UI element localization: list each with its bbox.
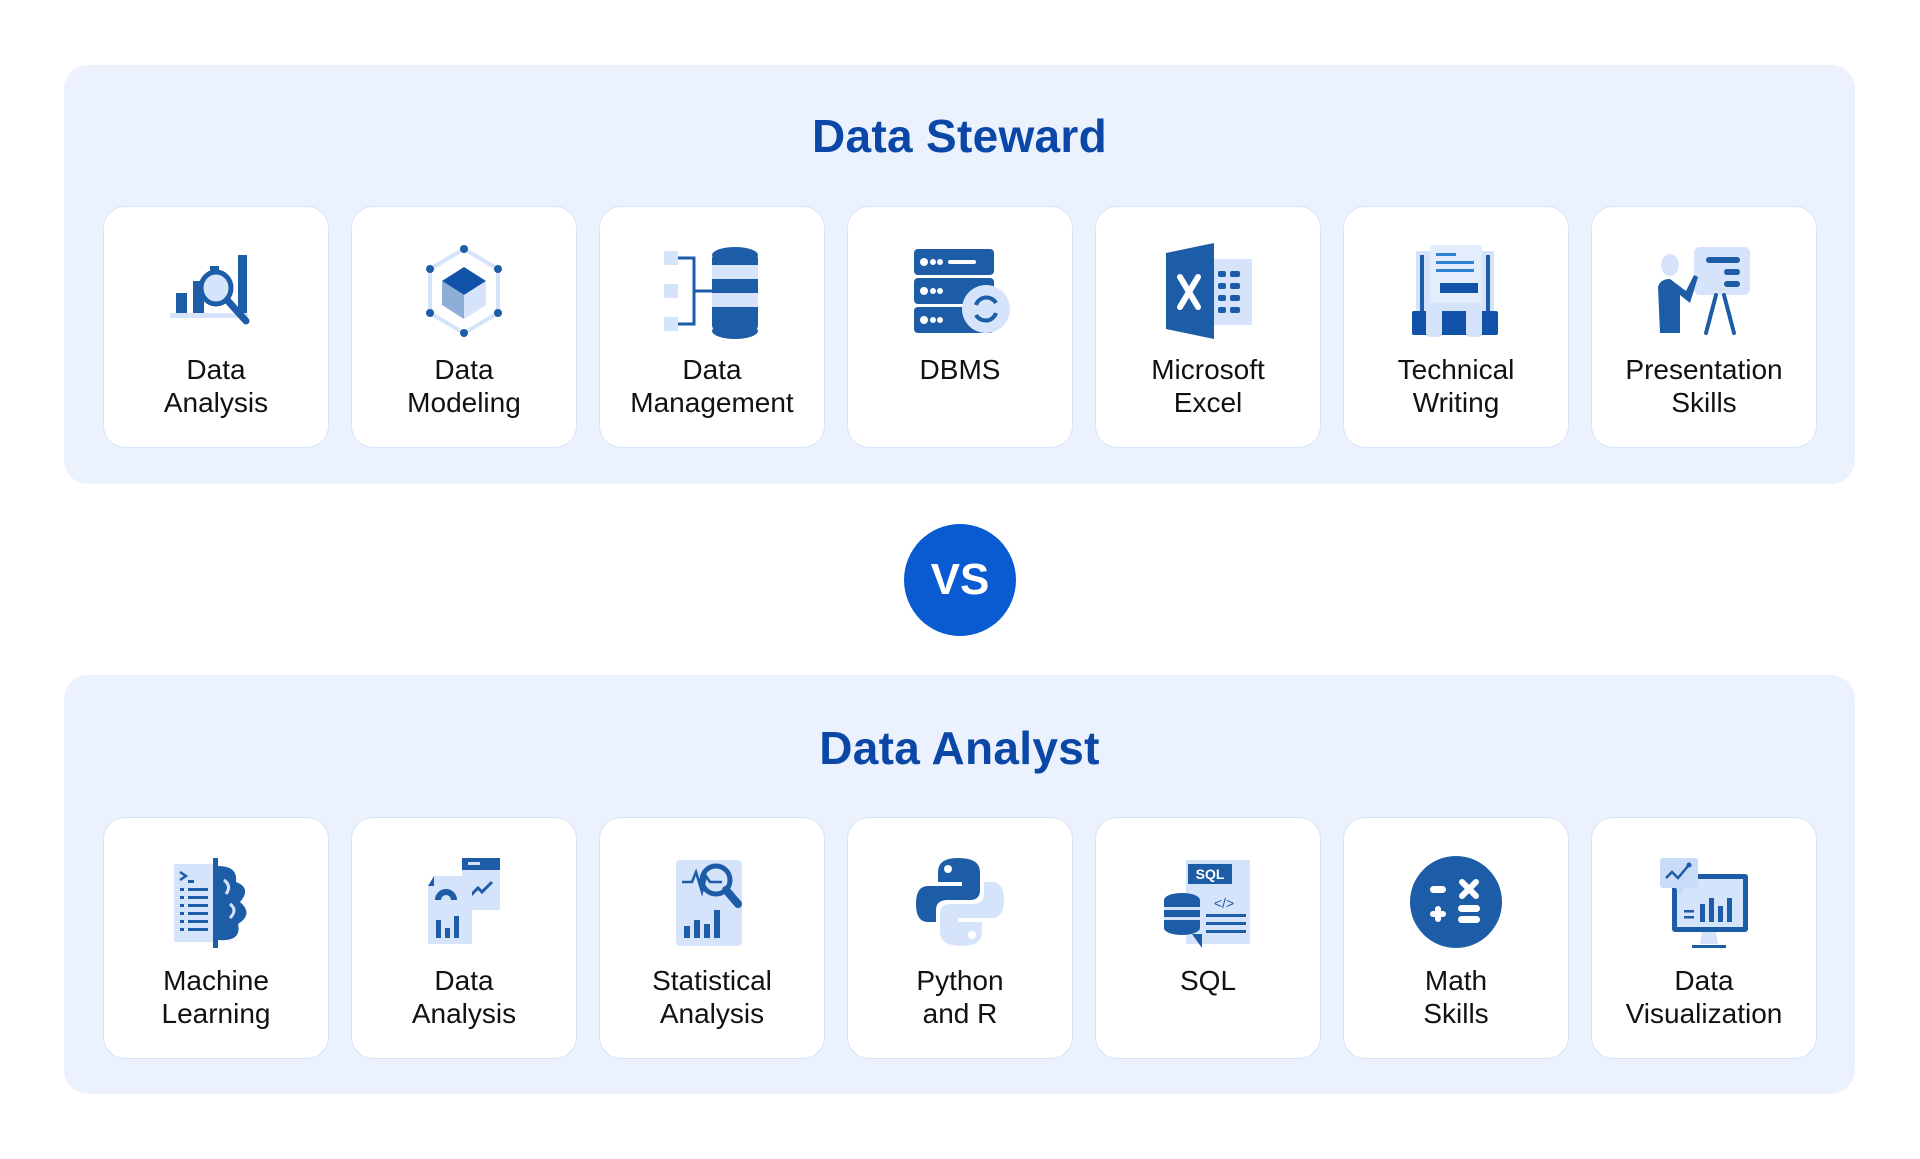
vs-badge: VS bbox=[904, 524, 1016, 636]
skill-card: Microsoft Excel bbox=[1095, 206, 1321, 448]
presentation-icon bbox=[1654, 241, 1754, 341]
python-icon bbox=[910, 852, 1010, 952]
skill-label: Microsoft Excel bbox=[1151, 354, 1265, 418]
data-analyst-title: Data Analyst bbox=[819, 722, 1100, 774]
data-analyst-skills: Machine Learning Data Analysis Statistic… bbox=[103, 817, 1817, 1059]
data-visualization-icon bbox=[1654, 852, 1754, 952]
skill-label: Data Management bbox=[630, 354, 794, 418]
dbms-icon bbox=[910, 241, 1010, 341]
math-icon bbox=[1406, 852, 1506, 952]
skill-card: Data Analysis bbox=[351, 817, 577, 1059]
data-analysis-report-icon bbox=[414, 852, 514, 952]
skill-card: Data Management bbox=[599, 206, 825, 448]
skill-label: Machine Learning bbox=[161, 965, 271, 1029]
skill-card: Machine Learning bbox=[103, 817, 329, 1059]
skill-label: Data Analysis bbox=[411, 965, 517, 1029]
skill-label: Data Modeling bbox=[407, 354, 521, 418]
skill-label: Python and R bbox=[916, 965, 1004, 1029]
sql-icon: SQL </> bbox=[1158, 852, 1258, 952]
skill-card: Data Visualization bbox=[1591, 817, 1817, 1059]
skill-card: Math Skills bbox=[1343, 817, 1569, 1059]
machine-learning-icon bbox=[166, 852, 266, 952]
skill-label: Math Skills bbox=[1423, 965, 1489, 1029]
skill-label: Data Visualization bbox=[1625, 965, 1783, 1029]
skill-label: Technical Writing bbox=[1397, 354, 1515, 418]
skill-card: Technical Writing bbox=[1343, 206, 1569, 448]
microsoft-excel-icon bbox=[1158, 241, 1258, 341]
skill-card: Statistical Analysis bbox=[599, 817, 825, 1059]
skill-label: SQL bbox=[1179, 965, 1237, 996]
skill-card: Presentation Skills bbox=[1591, 206, 1817, 448]
skill-card: Data Modeling bbox=[351, 206, 577, 448]
statistical-analysis-icon bbox=[662, 852, 762, 952]
technical-writing-icon bbox=[1406, 241, 1506, 341]
data-steward-skills: Data Analysis Data Modeling Data Managem… bbox=[103, 206, 1817, 448]
data-steward-panel: Data Steward Data Analysis Data Modeling… bbox=[64, 65, 1855, 484]
data-analyst-panel: Data Analyst Machine Learning Data Analy… bbox=[64, 675, 1855, 1094]
skill-card: Data Analysis bbox=[103, 206, 329, 448]
skill-card: Python and R bbox=[847, 817, 1073, 1059]
data-management-icon bbox=[662, 241, 762, 341]
data-modeling-icon bbox=[414, 241, 514, 341]
skill-label: Statistical Analysis bbox=[652, 965, 772, 1029]
data-steward-title: Data Steward bbox=[811, 110, 1108, 162]
data-analysis-icon bbox=[166, 241, 266, 341]
skill-card: SQL </> SQL bbox=[1095, 817, 1321, 1059]
skill-card: DBMS bbox=[847, 206, 1073, 448]
skill-label: DBMS bbox=[919, 354, 1001, 385]
skill-label: Data Analysis bbox=[163, 354, 269, 418]
skill-label: Presentation Skills bbox=[1625, 354, 1783, 418]
svg-text:SQL: SQL bbox=[1196, 866, 1225, 882]
svg-text:</>: </> bbox=[1214, 895, 1234, 911]
